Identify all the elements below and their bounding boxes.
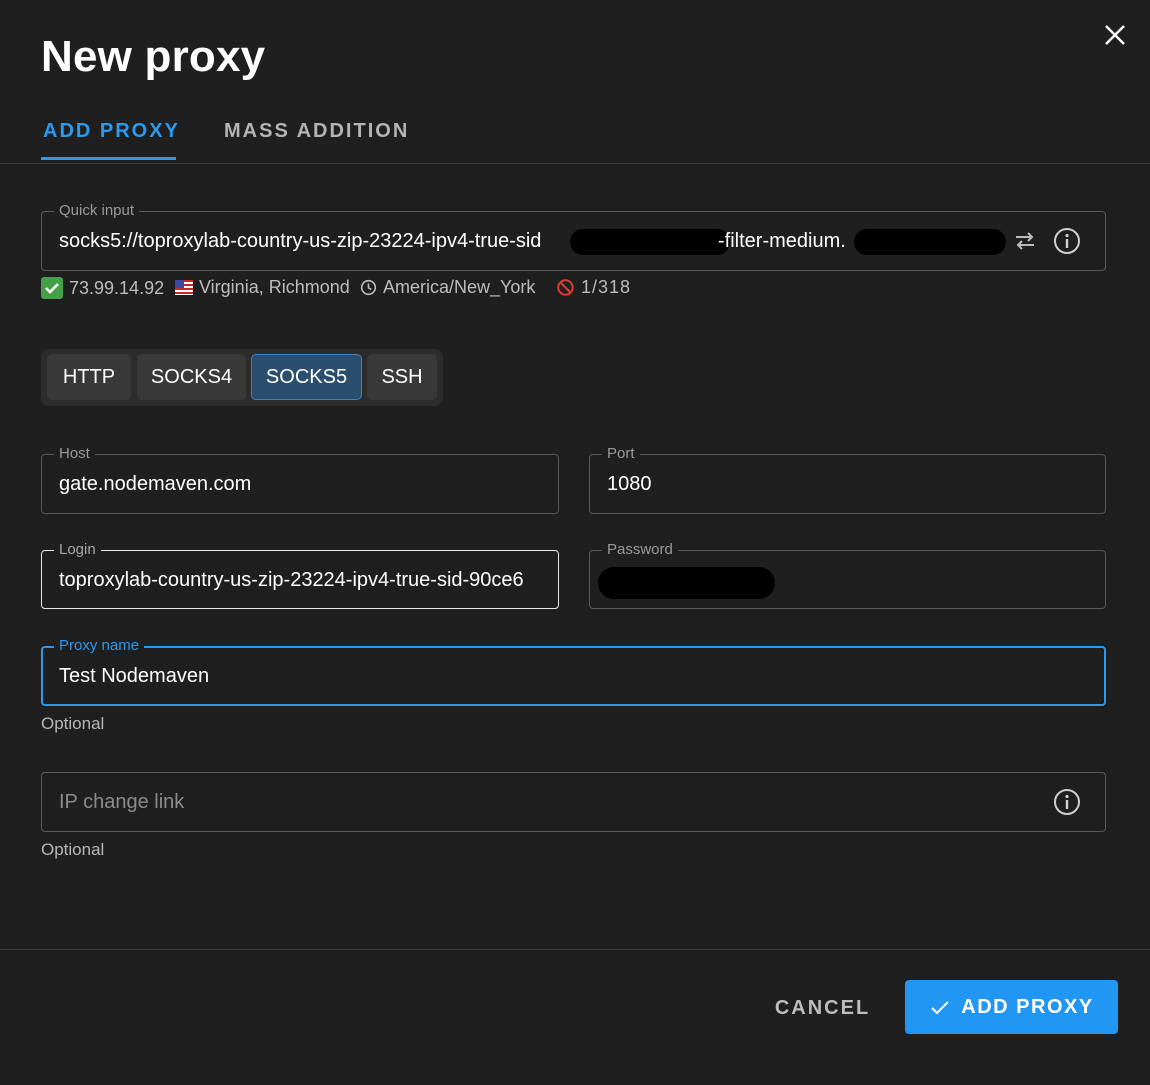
host-value: gate.nodemaven.com <box>59 473 252 495</box>
us-flag-icon <box>175 280 193 295</box>
ip-change-link-helper: Optional <box>41 840 105 859</box>
ip-change-link-info-button[interactable] <box>1053 788 1081 821</box>
quick-input-info-button[interactable] <box>1053 227 1081 260</box>
cancel-button[interactable]: CANCEL <box>760 990 885 1026</box>
password-label: Password <box>602 541 678 559</box>
location-text: Virginia, Richmond <box>199 277 350 297</box>
redacted-block <box>570 229 730 255</box>
login-value: toproxylab-country-us-zip-23224-ipv4-tru… <box>59 569 524 591</box>
blacklist-count: 1/318 <box>581 277 632 297</box>
timezone-text: America/New_York <box>383 277 536 297</box>
info-icon <box>1054 228 1080 254</box>
swap-button[interactable] <box>1013 229 1037 258</box>
port-value: 1080 <box>607 473 652 495</box>
ip-change-link-placeholder: IP change link <box>59 791 185 813</box>
protocol-http-button[interactable]: HTTP <box>47 354 131 400</box>
ip-info: 73.99.14.92 <box>41 277 164 299</box>
add-proxy-button[interactable]: ADD PROXY <box>905 980 1118 1034</box>
quick-input-value-start: socks5://toproxylab-country-us-zip-23224… <box>59 230 542 252</box>
proxy-name-label: Proxy name <box>54 637 145 655</box>
swap-arrows-icon <box>1016 232 1034 250</box>
port-label: Port <box>602 445 640 463</box>
login-field[interactable]: Login toproxylab-country-us-zip-23224-ip… <box>41 541 559 609</box>
footer-divider <box>0 949 1150 950</box>
redacted-password <box>598 567 775 599</box>
blacklist-info: 1/318 <box>556 277 631 298</box>
password-field[interactable]: Password <box>589 541 1106 609</box>
ip-address: 73.99.14.92 <box>69 277 165 298</box>
host-label: Host <box>54 445 95 463</box>
tab-mass-addition[interactable]: MASS ADDITION <box>224 120 409 143</box>
protocol-socks4-button[interactable]: SOCKS4 <box>137 354 246 400</box>
close-button[interactable] <box>1100 20 1130 50</box>
quick-input-label: Quick input <box>54 202 140 220</box>
location-info: Virginia, Richmond <box>175 277 350 298</box>
proxy-name-field[interactable]: Proxy name Test Nodemaven <box>41 637 1106 706</box>
quick-input-field[interactable]: Quick input socks5://toproxylab-country-… <box>41 202 1106 271</box>
tab-add-proxy[interactable]: ADD PROXY <box>43 120 180 143</box>
login-label: Login <box>54 541 101 559</box>
active-tab-indicator <box>41 157 176 160</box>
blocked-icon <box>557 279 574 296</box>
add-proxy-label: ADD PROXY <box>961 995 1094 1018</box>
proxy-name-helper: Optional <box>41 714 105 733</box>
check-icon <box>931 1001 950 1015</box>
proxy-name-value: Test Nodemaven <box>59 665 210 687</box>
clock-icon <box>360 279 377 296</box>
ip-change-link-field[interactable]: IP change link <box>41 772 1106 832</box>
dialog-title: New proxy <box>41 32 266 81</box>
protocol-ssh-button[interactable]: SSH <box>367 354 437 400</box>
timezone-info: America/New_York <box>360 277 535 298</box>
protocol-selector: HTTP SOCKS4 SOCKS5 SSH <box>41 349 443 406</box>
host-field[interactable]: Host gate.nodemaven.com <box>41 445 559 514</box>
redacted-block <box>854 229 1006 255</box>
info-icon <box>1054 789 1080 815</box>
port-field[interactable]: Port 1080 <box>589 445 1106 514</box>
protocol-socks5-button[interactable]: SOCKS5 <box>251 354 362 400</box>
quick-input-value-middle: -filter-medium. <box>718 230 846 252</box>
check-icon <box>41 277 63 299</box>
close-icon <box>1105 25 1125 45</box>
tab-bar: ADD PROXY MASS ADDITION <box>0 108 1150 164</box>
